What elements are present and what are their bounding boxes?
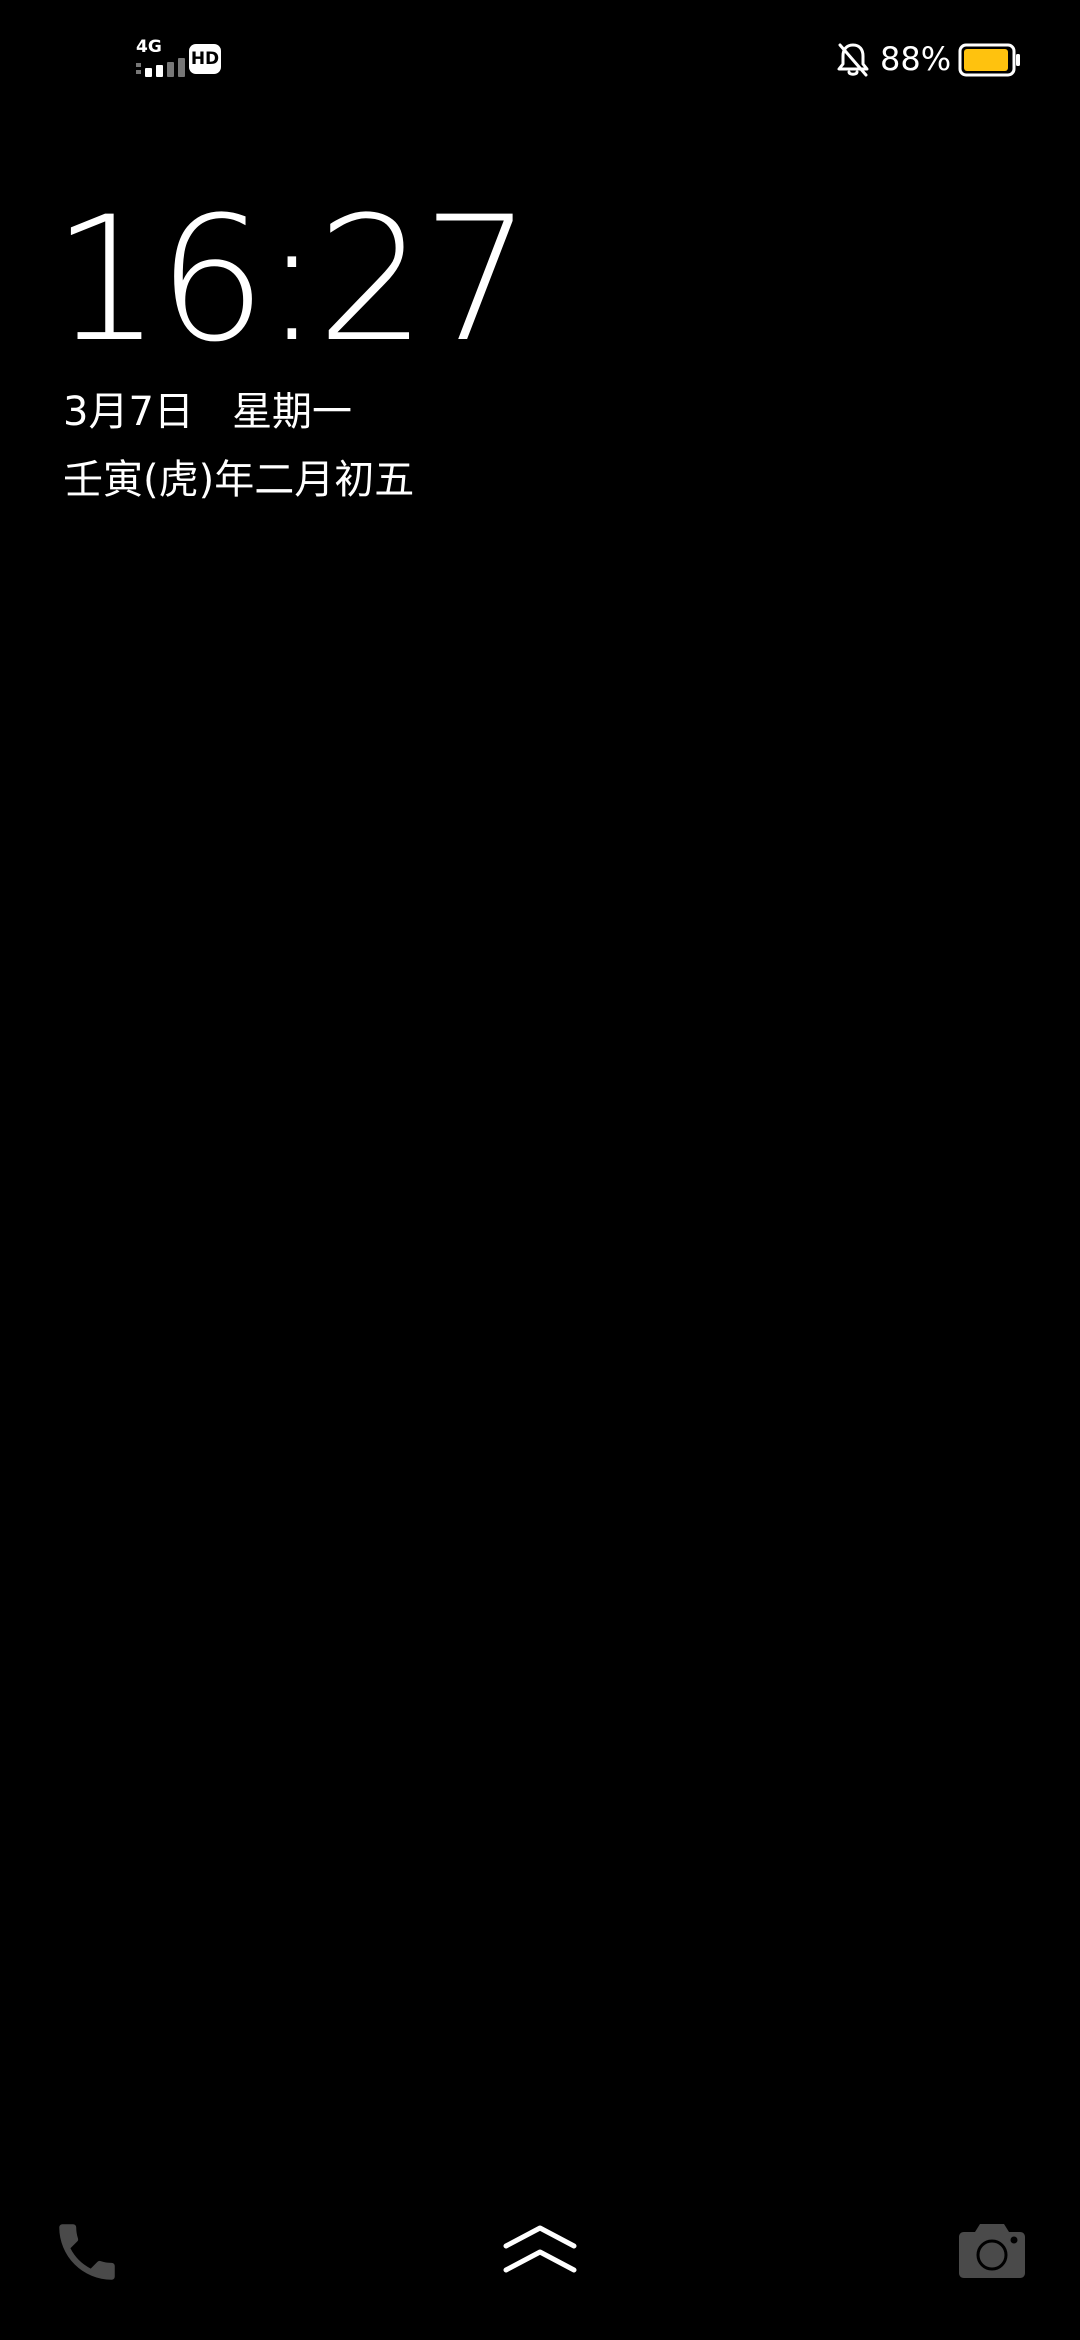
camera-icon[interactable] [958,2220,1026,2280]
status-bar: 4G HD 88% [0,0,1080,120]
phone-icon[interactable] [50,2215,124,2289]
signal-icon [136,58,185,77]
weekday-text: 星期一 [232,389,353,435]
bell-off-icon [837,43,869,77]
battery-icon [958,43,1020,77]
battery-percent: 88% [880,40,952,78]
hd-icon: HD [189,44,221,74]
lunar-date-text: 壬寅(虎)年二月初五 [63,457,415,503]
lock-screen-clock: 16:27 [52,179,532,380]
date-line: 3月7日 星期一 [63,384,352,440]
unlock-chevron-icon[interactable] [500,2220,580,2280]
date-text: 3月7日 [63,389,194,435]
signal-group: 4G [132,38,188,78]
network-type-label: 4G [136,37,162,57]
